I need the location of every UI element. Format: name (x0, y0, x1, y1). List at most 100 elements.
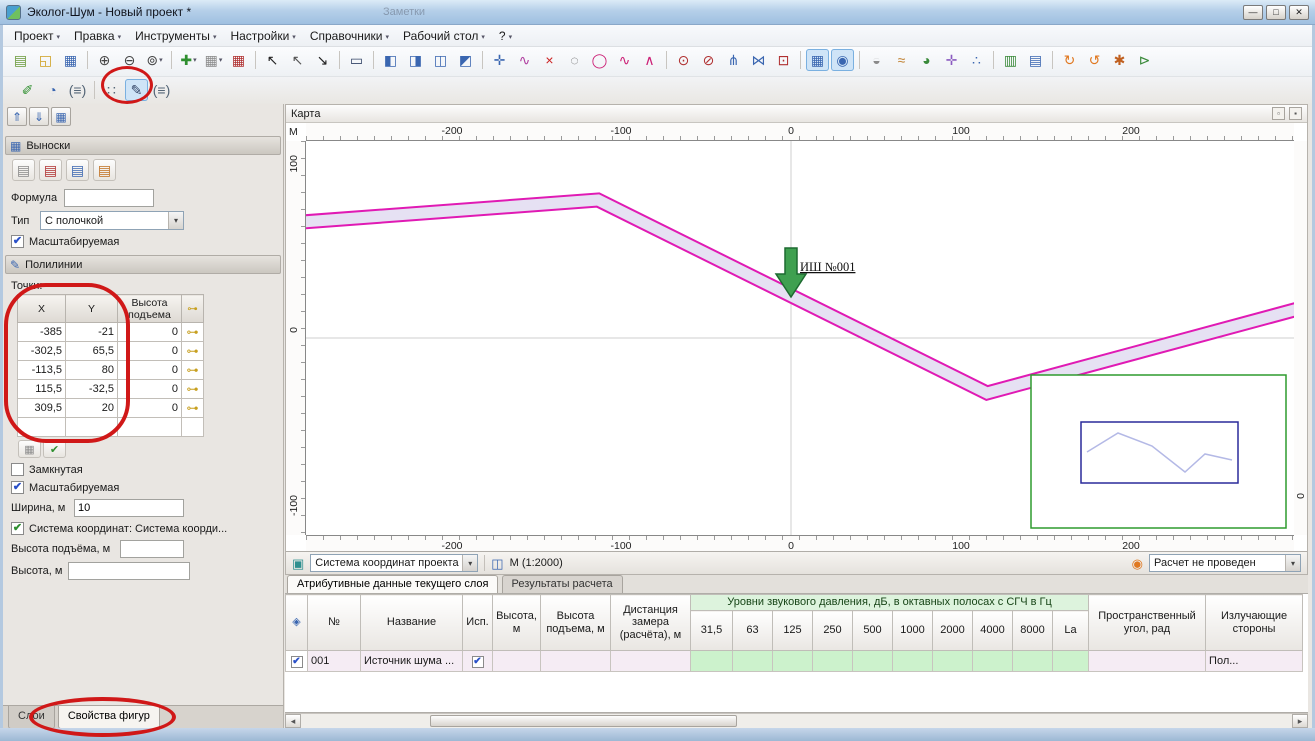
menu-help[interactable]: ?▾ (492, 25, 519, 47)
source-height-cell[interactable] (493, 651, 541, 672)
col-height[interactable]: Высота, м (493, 595, 541, 651)
spl-value-cell[interactable] (691, 651, 733, 672)
zoom-in-icon[interactable]: ⊕ (93, 49, 116, 71)
point-lock-key-icon[interactable]: ⊶ (182, 361, 204, 380)
add-object-icon[interactable]: ✚▾ (177, 49, 200, 71)
search-zoom-icon[interactable]: ◉ (831, 49, 854, 71)
maximize-button[interactable]: □ (1266, 5, 1286, 20)
freq-column-header[interactable]: 250 (813, 611, 853, 651)
point-lock-key-icon[interactable]: ⊶ (182, 399, 204, 418)
float-panel-icon[interactable]: ▫ (1272, 107, 1285, 120)
panel-layout-icon[interactable]: ▦ (51, 107, 71, 126)
points-col-lift[interactable]: Высота подъема (118, 295, 182, 323)
point-y-cell[interactable]: 20 (66, 399, 118, 418)
source-lift-cell[interactable] (541, 651, 611, 672)
zoom-window-icon[interactable]: ⊚▾ (143, 49, 166, 71)
tab-attribute-data[interactable]: Атрибутивные данные текущего слоя (287, 575, 498, 593)
point-x-cell[interactable]: -385 (18, 323, 66, 342)
point-lock-key-icon[interactable]: ⊶ (182, 380, 204, 399)
point-lift-cell[interactable]: 0 (118, 323, 182, 342)
ellipse-shape-icon[interactable]: ◯ (588, 49, 611, 71)
spl-value-cell[interactable] (933, 651, 973, 672)
source-used-checkbox[interactable]: ✔ (472, 656, 484, 668)
formula-input[interactable] (64, 189, 154, 207)
freq-column-header[interactable]: 500 (853, 611, 893, 651)
callout-style-blue-icon[interactable]: ▤ (66, 159, 89, 181)
callouts-section-header[interactable]: ▦ Выноски (5, 136, 281, 155)
spl-value-cell[interactable] (813, 651, 853, 672)
col-name[interactable]: Название (361, 595, 463, 651)
freq-column-header[interactable]: 8000 (1013, 611, 1053, 651)
noise-source-label[interactable]: ИШ №001 (800, 260, 855, 274)
titlebar[interactable]: Эколог-Шум - Новый проект * Заметки — □ … (0, 0, 1315, 25)
menu-desktop[interactable]: Рабочий стол▾ (396, 25, 492, 47)
fill-color-icon[interactable]: ◕ (915, 49, 938, 71)
point-x-cell[interactable]: -113,5 (18, 361, 66, 380)
source-number-cell[interactable]: 001 (308, 651, 361, 672)
result-table-icon[interactable]: ▤ (1024, 49, 1047, 71)
freq-column-header[interactable]: 125 (773, 611, 813, 651)
polyline-scalable-checkbox[interactable]: ✔ (11, 481, 24, 494)
spl-value-cell[interactable] (773, 651, 813, 672)
spl-value-cell[interactable] (1053, 651, 1089, 672)
freq-column-header[interactable]: 1000 (893, 611, 933, 651)
calculation-status-select[interactable]: Расчет не проведен ▾ (1149, 554, 1301, 572)
empty-cell[interactable] (66, 418, 118, 437)
export-truck-icon[interactable]: ⊳ (1133, 49, 1156, 71)
point-y-cell[interactable]: 65,5 (66, 342, 118, 361)
callout-scalable-checkbox[interactable]: ✔ (11, 235, 24, 248)
source-distance-cell[interactable] (611, 651, 691, 672)
tab-layers[interactable]: Слои (8, 706, 55, 729)
menu-tools[interactable]: Инструменты▾ (128, 25, 223, 47)
polyline-shape-icon[interactable]: ∧ (638, 49, 661, 71)
width-input[interactable] (74, 499, 184, 517)
tab-calculation-results[interactable]: Результаты расчета (502, 575, 623, 593)
points-col-y[interactable]: Y (66, 295, 118, 323)
lasso-icon[interactable]: ◌ (563, 49, 586, 71)
pin-panel-icon[interactable]: ▪ (1289, 107, 1302, 120)
point-y-cell[interactable]: 80 (66, 361, 118, 380)
callout-style-plain-icon[interactable]: ▤ (12, 159, 35, 181)
spl-value-cell[interactable] (973, 651, 1013, 672)
empty-cell[interactable] (18, 418, 66, 437)
scales-icon[interactable]: ∴ (965, 49, 988, 71)
col-number[interactable]: № (308, 595, 361, 651)
freq-column-header[interactable]: La (1053, 611, 1089, 651)
menu-project[interactable]: Проект▾ (7, 25, 67, 47)
move-down-icon[interactable]: ⇓ (29, 107, 49, 126)
freq-column-header[interactable]: 63 (733, 611, 773, 651)
copy-shape-icon[interactable]: ◧ (379, 49, 402, 71)
col-spatial-angle[interactable]: Пространственный угол, рад (1089, 595, 1206, 651)
lift-height-input[interactable] (120, 540, 184, 558)
callout-style-combo-icon[interactable]: ▤ (93, 159, 116, 181)
source-sides-cell[interactable]: Пол... (1206, 651, 1303, 672)
remove-node-icon[interactable]: ⊘ (697, 49, 720, 71)
point-y-cell[interactable]: -32,5 (66, 380, 118, 399)
split-segment-icon[interactable]: ⋔ (722, 49, 745, 71)
marquee-select-icon[interactable]: ▭ (345, 49, 368, 71)
measure-icon[interactable]: ✛ (940, 49, 963, 71)
closed-polyline-checkbox[interactable] (11, 463, 24, 476)
height-input[interactable] (68, 562, 190, 580)
polyline-settings-icon[interactable]: (≡) (150, 79, 173, 101)
new-project-icon[interactable]: ▤ (9, 49, 32, 71)
select-node-icon[interactable]: ↘ (311, 49, 334, 71)
snap-grid-icon[interactable]: ▦ (806, 49, 829, 71)
row-select-checkbox[interactable]: ✔ (291, 656, 303, 668)
point-lift-cell[interactable]: 0 (118, 342, 182, 361)
empty-cell[interactable] (182, 418, 204, 437)
move-up-icon[interactable]: ⇑ (7, 107, 27, 126)
points-col-x[interactable]: X (18, 295, 66, 323)
open-project-icon[interactable]: ◱ (34, 49, 57, 71)
apply-points-icon[interactable]: ✔ (43, 440, 66, 458)
menu-references[interactable]: Справочники▾ (303, 25, 396, 47)
coord-system-checkbox[interactable]: ✔ (11, 522, 24, 535)
point-x-cell[interactable]: -302,5 (18, 342, 66, 361)
minimize-button[interactable]: — (1243, 5, 1263, 20)
zoom-out-icon[interactable]: ⊖ (118, 49, 141, 71)
point-lock-key-icon[interactable]: ⊶ (182, 342, 204, 361)
scroll-left-button[interactable]: ◂ (285, 714, 301, 728)
point-x-cell[interactable]: 115,5 (18, 380, 66, 399)
freq-column-header[interactable]: 2000 (933, 611, 973, 651)
merge-segment-icon[interactable]: ⋈ (747, 49, 770, 71)
